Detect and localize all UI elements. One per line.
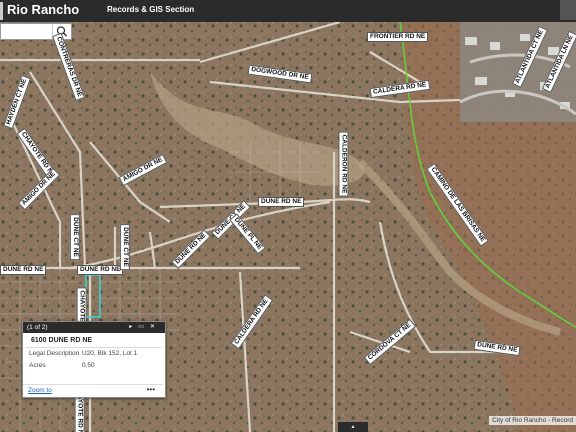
feature-popup: (1 of 2) ▸▭✕ 6100 DUNE RD NE Legal Descr… — [22, 321, 166, 398]
maximize-icon[interactable]: ▭ — [138, 324, 150, 330]
zoom-to-link[interactable]: Zoom to — [28, 387, 52, 394]
popup-counter: (1 of 2) — [27, 324, 48, 331]
popup-field-row: Acres 0.50 — [23, 360, 165, 372]
popup-header: (1 of 2) ▸▭✕ — [23, 322, 165, 333]
more-actions-button[interactable]: ••• — [147, 385, 155, 394]
road-label-dune-rd: DUNE RD NE — [258, 197, 305, 207]
popup-title: 6100 DUNE RD NE — [26, 333, 162, 348]
road-label-frontier: FRONTIER RD NE — [367, 32, 429, 42]
road-label-dune-rd-left-2: DUNE RD NE — [77, 265, 124, 275]
field-label: Legal Description — [29, 350, 80, 357]
map-view[interactable]: FRONTIER RD NE DOGWOOD DR NE CALDERA RD … — [0, 22, 576, 432]
road-label-dune-ct-2: DUNE CT NE — [119, 224, 130, 270]
app-title: Rio Rancho — [7, 2, 80, 17]
field-label: Acres — [29, 362, 46, 369]
top-bar: Rio Rancho Records & GIS Section — [0, 0, 576, 22]
field-value: 0.50 — [82, 362, 95, 369]
search-input[interactable] — [3, 25, 51, 38]
road-label-dune-rd-left: DUNE RD NE — [0, 265, 47, 275]
section-title: Records & GIS Section — [107, 5, 195, 14]
road-label-dune-ct-3: DUNE CT NE — [69, 214, 80, 260]
road-label-calderon: CALDERON RD NE — [338, 131, 349, 197]
field-value: U20, Blk 152, Lot 1 — [82, 350, 138, 357]
close-icon[interactable]: ✕ — [150, 324, 161, 330]
bottom-panel-toggle[interactable]: ▲ — [338, 422, 368, 432]
city-logo — [0, 2, 3, 20]
corner-button[interactable] — [560, 0, 576, 20]
popup-footer: Zoom to ••• — [23, 384, 163, 397]
popup-field-row: Legal Description U20, Blk 152, Lot 1 — [23, 348, 165, 360]
next-icon[interactable]: ▸ — [129, 324, 138, 330]
attribution: City of Rio Rancho - Record — [489, 416, 576, 425]
